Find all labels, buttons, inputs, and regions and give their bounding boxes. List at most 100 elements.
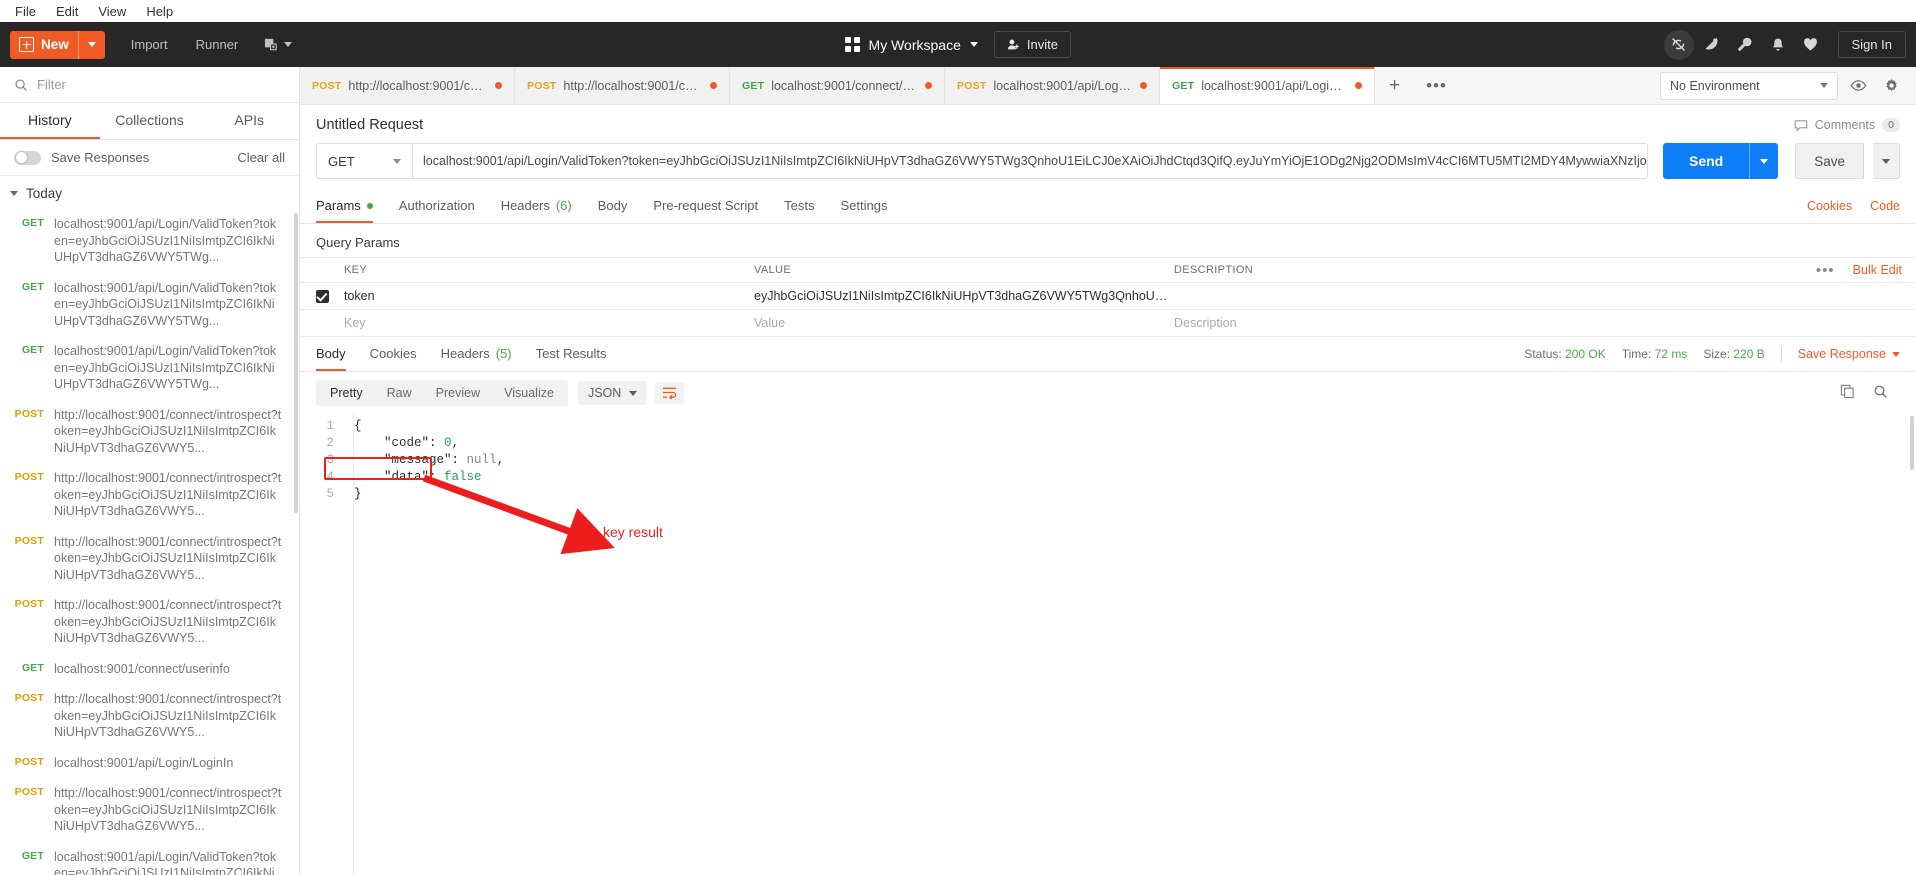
- gear-icon[interactable]: [1878, 73, 1904, 99]
- row-checkbox[interactable]: [315, 289, 329, 303]
- request-tab-1[interactable]: POST http://localhost:9001/connect/...: [515, 67, 730, 104]
- response-tab-headers[interactable]: Headers (5): [441, 337, 512, 371]
- history-item[interactable]: GET localhost:9001/api/Login/ValidToken?t…: [0, 336, 299, 400]
- bulk-edit-button[interactable]: Bulk Edit: [1853, 263, 1902, 277]
- menu-item-view[interactable]: View: [89, 2, 135, 21]
- history-item[interactable]: POST http://localhost:9001/connect/intros…: [0, 463, 299, 527]
- view-mode-visualize[interactable]: Visualize: [492, 382, 566, 404]
- no-sync-icon[interactable]: [1663, 29, 1694, 60]
- save-response-button[interactable]: Save Response: [1798, 347, 1900, 361]
- copy-icon[interactable]: [1840, 384, 1855, 402]
- row-description[interactable]: [1174, 290, 1916, 302]
- divider: [1780, 346, 1782, 362]
- wrench-icon[interactable]: [1730, 30, 1760, 60]
- json-code[interactable]: 1 2 3 4 5 { "code": 0, "message": null, "dat…: [300, 412, 1916, 503]
- menu-item-file[interactable]: File: [6, 2, 45, 21]
- request-tab-0[interactable]: POST http://localhost:9001/connect/...: [300, 67, 515, 104]
- search-icon[interactable]: [1873, 384, 1900, 402]
- new-button[interactable]: New: [10, 30, 105, 59]
- tab-params[interactable]: Params: [316, 189, 373, 223]
- history-item[interactable]: GET localhost:9001/api/Login/ValidToken?t…: [0, 273, 299, 337]
- tab-settings[interactable]: Settings: [840, 189, 887, 223]
- row-value-placeholder[interactable]: Value: [754, 310, 1174, 336]
- send-button[interactable]: Send: [1662, 143, 1750, 179]
- comments-button[interactable]: Comments 0: [1794, 118, 1900, 132]
- request-tab-2[interactable]: GET localhost:9001/connect/userinfo: [730, 67, 945, 104]
- history-item[interactable]: POST http://localhost:9001/connect/intros…: [0, 400, 299, 464]
- table-row[interactable]: token eyJhbGciOiJSUzI1NiIsImtpZCI6IkNiUH…: [300, 283, 1916, 310]
- view-mode-preview[interactable]: Preview: [424, 382, 492, 404]
- tab-title: localhost:9001/connect/userinfo: [771, 78, 918, 93]
- filter-input[interactable]: Filter: [37, 77, 66, 92]
- save-button[interactable]: Save: [1795, 143, 1864, 179]
- sign-in-button[interactable]: Sign In: [1837, 31, 1906, 58]
- response-tab-cookies[interactable]: Cookies: [370, 337, 417, 371]
- filter-bar[interactable]: Filter: [0, 67, 299, 103]
- response-tab-test-results[interactable]: Test Results: [536, 337, 607, 371]
- heart-icon[interactable]: [1796, 30, 1826, 60]
- code-scrollbar[interactable]: [1910, 416, 1914, 470]
- tab-headers[interactable]: Headers (6): [501, 189, 572, 223]
- request-tab-4[interactable]: GET localhost:9001/api/Login/ValidT...: [1160, 67, 1375, 104]
- tab-body[interactable]: Body: [598, 189, 628, 223]
- method-selector[interactable]: GET: [316, 143, 412, 179]
- history-item[interactable]: GET localhost:9001/api/Login/ValidToken?t…: [0, 842, 299, 875]
- view-mode-raw[interactable]: Raw: [375, 382, 424, 404]
- history-item[interactable]: POST http://localhost:9001/connect/intros…: [0, 590, 299, 654]
- request-tab-3[interactable]: POST localhost:9001/api/Login/Logi...: [945, 67, 1160, 104]
- history-item[interactable]: GET localhost:9001/connect/userinfo: [0, 654, 299, 685]
- menu-item-edit[interactable]: Edit: [47, 2, 87, 21]
- code-link[interactable]: Code: [1870, 199, 1900, 213]
- tab-pre-request-script[interactable]: Pre-request Script: [653, 189, 758, 223]
- eye-icon[interactable]: [1845, 73, 1871, 99]
- wrap-lines-icon[interactable]: [655, 382, 685, 404]
- row-value[interactable]: eyJhbGciOiJSUzI1NiIsImtpZCI6IkNiUHpVT3dh…: [754, 283, 1174, 309]
- invite-button[interactable]: Invite: [993, 31, 1071, 58]
- history-item[interactable]: POST http://localhost:9001/connect/intros…: [0, 527, 299, 591]
- cookies-link[interactable]: Cookies: [1807, 199, 1852, 213]
- runner-button[interactable]: Runner: [184, 31, 251, 59]
- clear-all-button[interactable]: Clear all: [237, 150, 285, 165]
- history-item[interactable]: POST http://localhost:9001/connect/intros…: [0, 684, 299, 748]
- sidebar-tab-history[interactable]: History: [0, 103, 100, 139]
- row-description-placeholder[interactable]: Description: [1174, 310, 1916, 336]
- tab-tests[interactable]: Tests: [784, 189, 814, 223]
- send-dropdown-button[interactable]: [1749, 143, 1779, 179]
- table-row-empty[interactable]: Key Value Description: [300, 310, 1916, 337]
- response-body[interactable]: 1 2 3 4 5 { "code": 0, "message": null, "dat…: [300, 412, 1916, 875]
- menu-item-help[interactable]: Help: [137, 2, 182, 21]
- new-tab-button[interactable]: +: [1375, 67, 1414, 104]
- save-responses-toggle[interactable]: [14, 150, 41, 165]
- chevron-down-icon: [969, 42, 978, 47]
- new-dropdown-caret[interactable]: [77, 30, 105, 59]
- sidebar-tab-apis[interactable]: APIs: [199, 103, 299, 139]
- response-tools: [1840, 384, 1900, 402]
- history-item[interactable]: GET localhost:9001/api/Login/ValidToken?t…: [0, 209, 299, 273]
- history-list[interactable]: GET localhost:9001/api/Login/ValidToken?t…: [0, 209, 299, 875]
- row-key[interactable]: token: [344, 283, 754, 309]
- bell-icon[interactable]: [1763, 30, 1793, 60]
- history-group-today[interactable]: Today: [0, 176, 299, 209]
- url-input[interactable]: localhost:9001/api/Login/ValidToken?toke…: [412, 143, 1648, 179]
- workspace-selector[interactable]: My Workspace: [845, 37, 978, 53]
- tab-options-button[interactable]: •••: [1414, 67, 1459, 104]
- history-item[interactable]: POST http://localhost:9001/connect/intros…: [0, 778, 299, 842]
- sidebar-scrollbar[interactable]: [294, 213, 298, 513]
- code-line: "message": null,: [384, 453, 505, 467]
- satellite-icon[interactable]: [1697, 30, 1727, 60]
- row-key-placeholder[interactable]: Key: [344, 310, 754, 336]
- response-tab-body[interactable]: Body: [316, 337, 346, 371]
- tab-authorization[interactable]: Authorization: [399, 189, 475, 223]
- sidebar-tab-collections[interactable]: Collections: [100, 103, 200, 139]
- environment-selector[interactable]: No Environment: [1660, 71, 1838, 100]
- response-header: Body Cookies Headers (5) Test Results St…: [300, 337, 1916, 372]
- history-item[interactable]: POST localhost:9001/api/Login/LoginIn: [0, 748, 299, 779]
- import-button[interactable]: Import: [119, 31, 180, 59]
- table-options-button[interactable]: •••: [1816, 262, 1835, 279]
- view-mode-pretty[interactable]: Pretty: [318, 382, 375, 404]
- code-lines[interactable]: { "code": 0, "message": null, "data": fa…: [342, 418, 1916, 503]
- new-window-button[interactable]: [254, 31, 302, 59]
- app-toolbar: New Import Runner My Workspace Invite Si…: [0, 22, 1916, 67]
- save-dropdown-button[interactable]: [1873, 143, 1900, 179]
- response-format-selector[interactable]: JSON: [577, 381, 648, 405]
